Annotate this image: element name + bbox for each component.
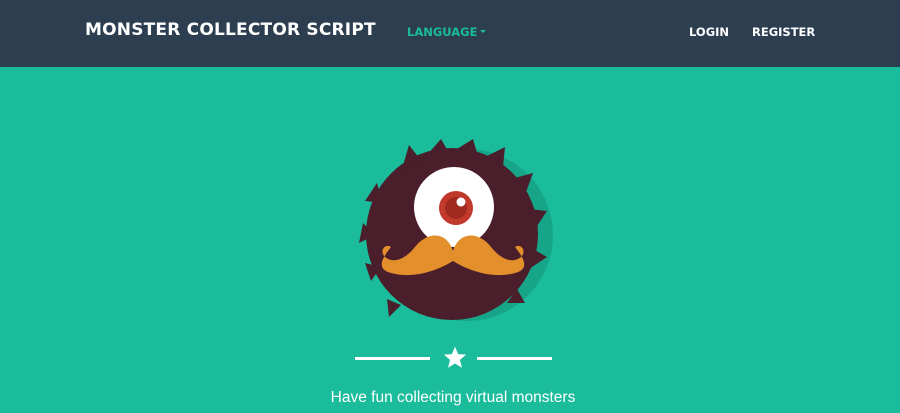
register-link[interactable]: REGISTER [752,25,815,39]
monster-avatar-icon [359,139,553,321]
star-icon [443,346,467,368]
navbar: MONSTER COLLECTOR SCRIPT LANGUAGE LOGIN … [0,0,900,67]
hero-divider [350,345,560,375]
divider-line-left [355,357,430,360]
brand-logo-link[interactable]: MONSTER COLLECTOR SCRIPT [85,20,376,40]
language-label: LANGUAGE [407,25,478,39]
login-link[interactable]: LOGIN [689,25,729,39]
caret-down-icon [480,30,487,33]
divider-line-right [477,357,552,360]
hero-tagline: Have fun collecting virtual monsters [330,389,576,406]
language-dropdown[interactable]: LANGUAGE [407,25,487,39]
monster-eye-highlight [456,197,466,207]
